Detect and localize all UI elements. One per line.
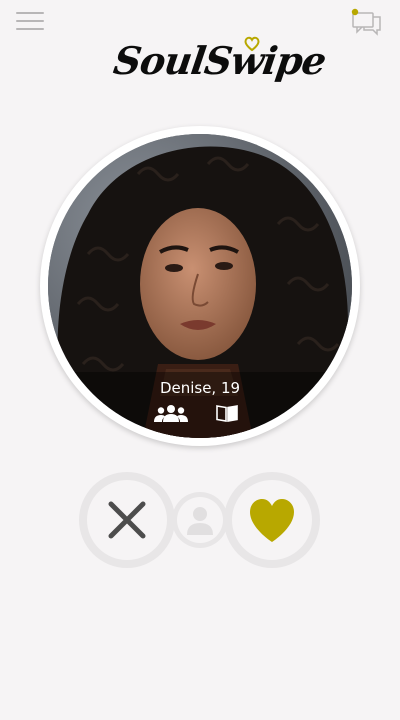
friends-icon[interactable]: [154, 404, 188, 422]
notification-dot: [351, 8, 359, 16]
logo-text: SoulSwipe: [110, 38, 329, 83]
profile-name-age: Denise, 19: [159, 379, 241, 397]
chat-button[interactable]: [350, 8, 384, 38]
like-button[interactable]: [224, 472, 320, 568]
profile-card[interactable]: Denise, 19: [40, 126, 360, 446]
x-icon: [108, 501, 146, 539]
book-icon[interactable]: [216, 404, 238, 422]
reject-button[interactable]: [79, 472, 175, 568]
profile-photo: Denise, 19: [48, 134, 352, 438]
app-screen: SoulSwipe Denise, 19: [0, 0, 400, 720]
chat-bubbles-icon: [351, 8, 381, 36]
reject-button-face: [87, 480, 167, 560]
view-profile-button[interactable]: [172, 492, 228, 548]
heart-icon: [250, 499, 294, 542]
hamburger-menu-icon-line: [16, 20, 44, 22]
like-button-face: [232, 480, 312, 560]
user-silhouette-icon: [187, 507, 213, 535]
view-profile-button-face: [177, 497, 223, 543]
logo-heart-icon: [244, 36, 260, 52]
hamburger-menu-icon: [16, 12, 44, 14]
app-logo: SoulSwipe: [111, 34, 328, 96]
hamburger-menu-icon-line: [16, 28, 44, 30]
menu-button[interactable]: [16, 12, 44, 34]
